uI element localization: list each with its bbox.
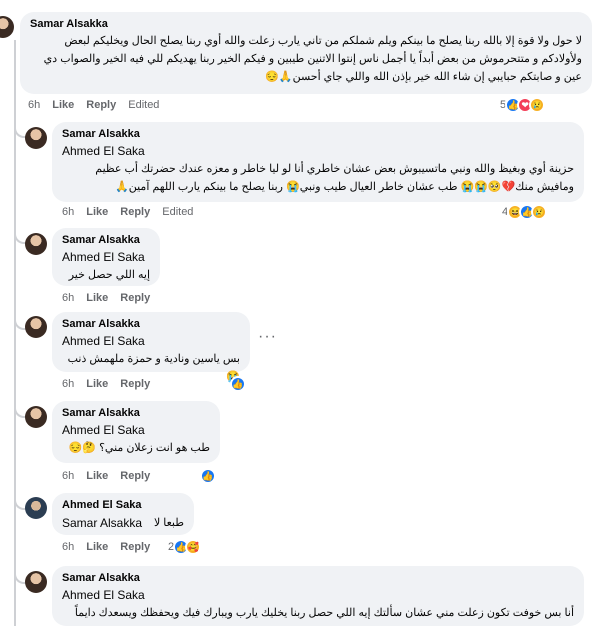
comment-time[interactable]: 6h <box>62 470 74 482</box>
avatar[interactable] <box>25 233 47 255</box>
care-reaction-icon: 🥰 <box>185 539 202 555</box>
comment-bubble: Samar Alsakka لا حول ولا قوة إلا بالله ر… <box>20 12 592 94</box>
comment-author[interactable]: Samar Alsakka <box>62 318 240 330</box>
mention-link[interactable]: Ahmed El Saka <box>62 334 240 348</box>
comment-author[interactable]: Samar Alsakka <box>62 407 210 419</box>
avatar[interactable] <box>25 406 47 428</box>
comment-time[interactable]: 6h <box>28 99 40 111</box>
comment-time[interactable]: 6h <box>62 292 74 304</box>
comment-actions: 6h Like Reply <box>62 541 150 553</box>
avatar[interactable] <box>25 127 47 149</box>
comment-actions: 6h Like Reply Edited <box>62 206 193 218</box>
comment-actions: 6h Like Reply Edited <box>28 99 159 111</box>
comment-text: إيه اللي حصل خير <box>68 269 150 281</box>
comment-author[interactable]: Samar Alsakka <box>62 128 574 140</box>
comment-actions: 6h Like Reply <box>62 292 150 304</box>
avatar[interactable] <box>0 16 14 38</box>
comment-time[interactable]: 6h <box>62 206 74 218</box>
reaction-summary[interactable]: 4 😆 👍 😢 <box>502 204 548 220</box>
like-button[interactable]: Like <box>86 470 108 482</box>
avatar[interactable] <box>25 316 47 338</box>
reply-button[interactable]: Reply <box>120 292 150 304</box>
comment-bubble: Samar Alsakka Ahmed El Saka أنا بس خوفت … <box>52 566 584 626</box>
reply-button[interactable]: Reply <box>120 206 150 218</box>
like-button[interactable]: Like <box>52 99 74 111</box>
sad-reaction-icon: 😢 <box>531 204 548 220</box>
like-button[interactable]: Like <box>86 206 108 218</box>
comment-bubble: Samar Alsakka Ahmed El Saka إيه اللي حصل… <box>52 228 160 286</box>
comment-actions: 6h Like Reply <box>62 470 150 482</box>
reply-button[interactable]: Reply <box>86 99 116 111</box>
mention-link[interactable]: Ahmed El Saka <box>62 588 574 602</box>
comment-author[interactable]: Ahmed El Saka <box>62 499 184 511</box>
reaction-summary[interactable]: 👍 <box>200 468 216 484</box>
reaction-summary[interactable]: 👍 <box>230 376 246 392</box>
like-button[interactable]: Like <box>86 292 108 304</box>
reaction-summary[interactable]: 2 👍 🥰 <box>168 539 202 555</box>
like-button[interactable]: Like <box>86 541 108 553</box>
comment-bubble: Ahmed El Saka Samar Alsakka طبعا لا <box>52 493 194 535</box>
reply-button[interactable]: Reply <box>120 470 150 482</box>
more-options-icon[interactable]: ··· <box>258 328 277 346</box>
mention-link[interactable]: Samar Alsakka <box>62 516 142 530</box>
reaction-summary[interactable]: 5 👍 ❤ 😢 <box>500 97 546 113</box>
reply-button[interactable]: Reply <box>120 378 150 390</box>
comment-bubble: Samar Alsakka Ahmed El Saka حزينة أوي وب… <box>52 122 584 202</box>
avatar[interactable] <box>25 571 47 593</box>
comment-text: طبعا لا <box>153 517 184 529</box>
comment-text: طب هو انت زعلان مني؟ 🤔😔 <box>68 442 210 454</box>
mention-link[interactable]: Ahmed El Saka <box>62 250 150 264</box>
comment-bubble: Samar Alsakka Ahmed El Saka بس ياسين ونا… <box>52 312 250 383</box>
reply-button[interactable]: Reply <box>120 541 150 553</box>
comment-text: لا حول ولا قوة إلا بالله ربنا يصلح ما بي… <box>43 35 582 83</box>
comment-author[interactable]: Samar Alsakka <box>62 572 574 584</box>
like-reaction-icon: 👍 <box>230 376 246 392</box>
comment-author[interactable]: Samar Alsakka <box>30 18 582 30</box>
comment-author[interactable]: Samar Alsakka <box>62 234 150 246</box>
mention-link[interactable]: Ahmed El Saka <box>62 423 210 437</box>
comment-time[interactable]: 6h <box>62 541 74 553</box>
like-button[interactable]: Like <box>86 378 108 390</box>
comment-bubble: Samar Alsakka Ahmed El Saka طب هو انت زع… <box>52 401 220 463</box>
comment-text: أنا بس خوفت تكون زعلت مني عشان سألتك إيه… <box>74 607 574 619</box>
mention-link[interactable]: Ahmed El Saka <box>62 144 574 158</box>
comment-text: حزينة أوي وبغيظ والله ونبي ماتسيبوش بعض … <box>95 163 574 193</box>
avatar[interactable] <box>25 497 47 519</box>
sad-reaction-icon: 😢 <box>529 97 546 113</box>
like-reaction-icon: 👍 <box>200 468 216 484</box>
edited-label: Edited <box>162 206 194 218</box>
edited-label: Edited <box>128 99 160 111</box>
comment-time[interactable]: 6h <box>62 378 74 390</box>
comment-actions: 6h Like Reply <box>62 378 150 390</box>
